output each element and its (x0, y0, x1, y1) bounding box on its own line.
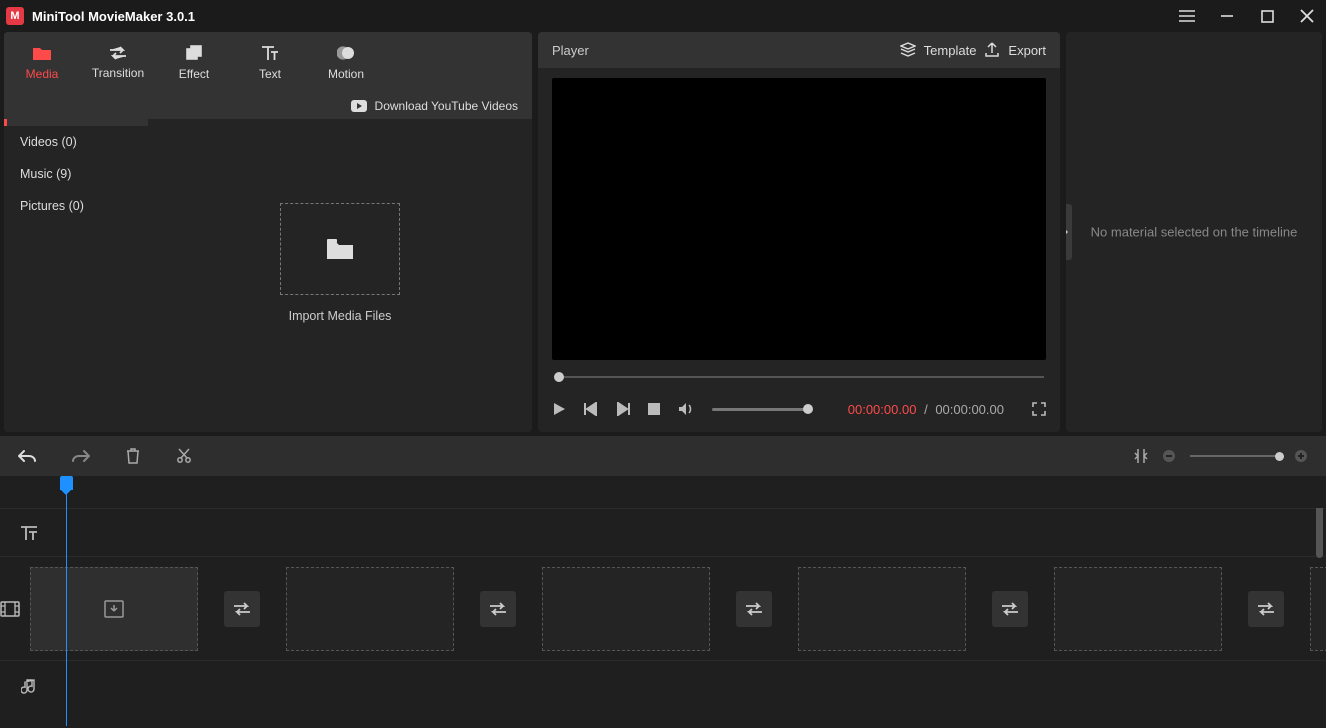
current-time: 00:00:00.00 (848, 402, 917, 417)
zoom-slider[interactable] (1190, 455, 1280, 457)
video-track-icon (0, 601, 20, 617)
tab-label: Motion (328, 67, 364, 81)
tab-transition[interactable]: Transition (80, 32, 156, 94)
audio-track[interactable] (0, 660, 1326, 712)
properties-panel: No material selected on the timeline (1066, 32, 1322, 432)
download-youtube-link[interactable]: Download YouTube Videos (4, 93, 532, 119)
transition-slot[interactable] (736, 591, 772, 627)
prev-frame-button[interactable] (584, 402, 598, 416)
playhead (66, 476, 67, 726)
tab-motion[interactable]: Motion (308, 32, 384, 94)
timeline-ruler[interactable] (0, 476, 1326, 508)
close-button[interactable] (1296, 5, 1318, 27)
volume-slider[interactable] (712, 408, 808, 411)
playhead-handle[interactable] (60, 476, 73, 490)
fullscreen-button[interactable] (1032, 402, 1046, 416)
delete-button[interactable] (126, 448, 140, 464)
youtube-icon (351, 100, 367, 112)
swap-icon (1001, 602, 1019, 616)
total-time: 00:00:00.00 (935, 402, 1004, 417)
media-category[interactable]: Videos (0) (4, 126, 148, 158)
template-icon (900, 42, 916, 58)
tab-label: Media (26, 67, 59, 81)
clip-slot[interactable] (286, 567, 454, 651)
media-category[interactable]: Music (9) (4, 158, 148, 190)
template-button[interactable]: Template (900, 42, 977, 58)
play-button[interactable] (552, 402, 566, 416)
player-controls: 00:00:00.00 / 00:00:00.00 (538, 386, 1060, 432)
transition-slot[interactable] (1248, 591, 1284, 627)
media-panel: Media Transition Effect Text Motion My Album… (4, 32, 532, 432)
layers-icon (186, 45, 202, 61)
import-media-button[interactable] (280, 203, 400, 295)
seek-bar[interactable] (552, 368, 1046, 386)
timecode: 00:00:00.00 / 00:00:00.00 (848, 402, 1004, 417)
folder-icon (326, 238, 354, 260)
timeline-toolbar (0, 436, 1326, 476)
properties-empty-message: No material selected on the timeline (1066, 225, 1322, 240)
swap-icon (745, 602, 763, 616)
swap-icon (109, 46, 127, 60)
video-track[interactable] (0, 556, 1326, 660)
window-controls (1176, 5, 1318, 27)
tab-label: Effect (179, 67, 209, 81)
transition-slot[interactable] (480, 591, 516, 627)
main-tabs: Media Transition Effect Text Motion (4, 32, 532, 94)
text-icon (261, 45, 279, 61)
tab-media[interactable]: Media (4, 32, 80, 94)
drop-clip-icon (104, 600, 124, 618)
text-track-icon (0, 525, 58, 541)
media-category[interactable]: Pictures (0) (4, 190, 148, 222)
app-title: MiniTool MovieMaker 3.0.1 (32, 9, 195, 24)
text-track[interactable] (0, 508, 1326, 556)
media-drop-area: Download YouTube Videos Import Media Fil… (148, 94, 532, 432)
zoom-in-button[interactable] (1294, 449, 1308, 463)
swap-icon (1257, 602, 1275, 616)
media-category-sidebar: My Album (0)Videos (0)Music (9)Pictures … (4, 94, 148, 432)
export-icon (984, 42, 1000, 58)
folder-icon (32, 45, 52, 61)
tab-text[interactable]: Text (232, 32, 308, 94)
fit-timeline-button[interactable] (1134, 448, 1148, 464)
transition-slot[interactable] (224, 591, 260, 627)
swap-icon (233, 602, 251, 616)
clip-drop-slot[interactable] (30, 567, 198, 651)
redo-button[interactable] (72, 449, 90, 463)
zoom-out-button[interactable] (1162, 449, 1176, 463)
export-button[interactable]: Export (984, 42, 1046, 58)
clip-slot[interactable] (1054, 567, 1222, 651)
player-panel: Player Template Export 0 (538, 32, 1060, 432)
video-preview[interactable] (552, 78, 1046, 360)
template-label: Template (924, 43, 977, 58)
transition-slot[interactable] (992, 591, 1028, 627)
titlebar: M MiniTool MovieMaker 3.0.1 (0, 0, 1326, 32)
undo-button[interactable] (18, 449, 36, 463)
player-header: Player Template Export (538, 32, 1060, 68)
minimize-button[interactable] (1216, 5, 1238, 27)
tab-effect[interactable]: Effect (156, 32, 232, 94)
split-button[interactable] (176, 448, 192, 464)
next-frame-button[interactable] (616, 402, 630, 416)
clip-slot[interactable] (1310, 567, 1326, 651)
volume-button[interactable] (678, 402, 694, 416)
app-logo-icon: M (6, 7, 24, 25)
import-media-label: Import Media Files (289, 309, 392, 323)
menu-button[interactable] (1176, 5, 1198, 27)
export-label: Export (1008, 43, 1046, 58)
player-title: Player (552, 43, 589, 58)
clip-slot[interactable] (542, 567, 710, 651)
swap-icon (489, 602, 507, 616)
maximize-button[interactable] (1256, 5, 1278, 27)
tab-label: Transition (92, 66, 144, 80)
download-youtube-label: Download YouTube Videos (375, 99, 518, 113)
tab-label: Text (259, 67, 281, 81)
stop-button[interactable] (648, 403, 660, 415)
motion-icon (337, 45, 355, 61)
clip-slot[interactable] (798, 567, 966, 651)
timeline (0, 476, 1326, 728)
audio-track-icon (0, 678, 58, 696)
